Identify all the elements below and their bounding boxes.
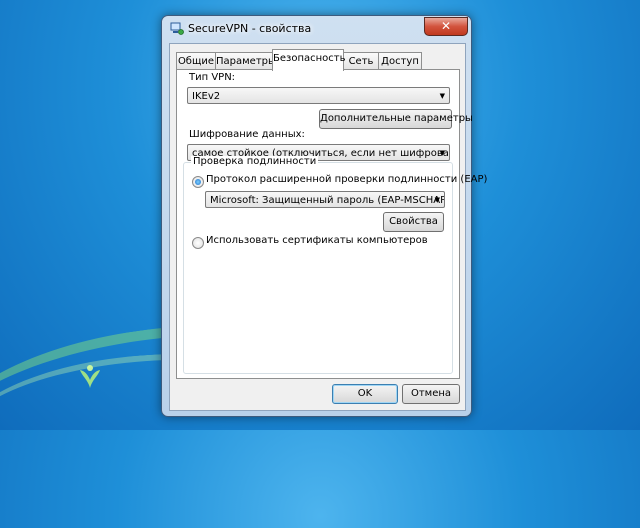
tab-label: Сеть bbox=[348, 56, 374, 67]
window-title: SecureVPN - свойства bbox=[188, 22, 312, 35]
vpn-type-label: Тип VPN: bbox=[189, 72, 236, 83]
authentication-group-title: Проверка подлинности bbox=[191, 156, 319, 167]
tab-label: Общие bbox=[177, 56, 215, 67]
network-icon bbox=[170, 22, 184, 35]
vpn-type-value: IKEv2 bbox=[192, 91, 221, 102]
ok-label: OK bbox=[357, 388, 373, 399]
close-button[interactable]: ✕ bbox=[424, 17, 468, 36]
vpn-type-select[interactable]: IKEv2 ▼ bbox=[187, 87, 450, 104]
tab-options[interactable]: Параметры bbox=[215, 52, 276, 70]
tab-general[interactable]: Общие bbox=[176, 52, 216, 70]
eap-properties-button[interactable]: Свойства bbox=[383, 212, 444, 232]
advanced-settings-button[interactable]: Дополнительные параметры bbox=[319, 109, 473, 129]
close-icon: ✕ bbox=[440, 19, 452, 33]
advanced-settings-label: Дополнительные параметры bbox=[320, 113, 473, 124]
eap-method-value: Microsoft: Защищенный пароль (EAP-MSCHAP… bbox=[210, 195, 445, 206]
dialog-client-area: Общие Параметры Безопасность Сеть Доступ… bbox=[169, 43, 487, 411]
eap-properties-label: Свойства bbox=[389, 216, 438, 227]
tab-label: Доступ bbox=[381, 56, 419, 67]
eap-method-select[interactable]: Microsoft: Защищенный пароль (EAP-MSCHAP… bbox=[205, 191, 445, 208]
tab-label: Безопасность bbox=[273, 53, 346, 64]
chevron-down-icon: ▼ bbox=[434, 196, 440, 204]
cancel-button[interactable]: Отмена bbox=[402, 384, 460, 404]
eap-radio-label[interactable]: Протокол расширенной проверки подлинност… bbox=[206, 174, 487, 185]
tab-network[interactable]: Сеть bbox=[343, 52, 379, 70]
encryption-label: Шифрование данных: bbox=[189, 129, 305, 140]
tab-label: Параметры bbox=[216, 56, 276, 67]
ok-button[interactable]: OK bbox=[332, 384, 398, 404]
title-bar[interactable]: SecureVPN - свойства ✕ bbox=[162, 16, 471, 42]
tab-security[interactable]: Безопасность bbox=[272, 49, 346, 71]
tab-sharing[interactable]: Доступ bbox=[378, 52, 422, 70]
chevron-down-icon: ▼ bbox=[439, 92, 445, 100]
cancel-label: Отмена bbox=[410, 388, 452, 399]
eap-radio[interactable] bbox=[192, 176, 204, 188]
chevron-down-icon: ▼ bbox=[439, 149, 445, 157]
vpn-properties-window: SecureVPN - свойства ✕ Общие Параметры Б… bbox=[161, 15, 487, 417]
wallpaper-logo-icon bbox=[80, 365, 100, 388]
security-tab-panel: Тип VPN: IKEv2 ▼ Дополнительные параметр… bbox=[176, 69, 487, 379]
certificate-radio-label[interactable]: Использовать сертификаты компьютеров bbox=[206, 235, 428, 246]
certificate-radio[interactable] bbox=[192, 237, 204, 249]
